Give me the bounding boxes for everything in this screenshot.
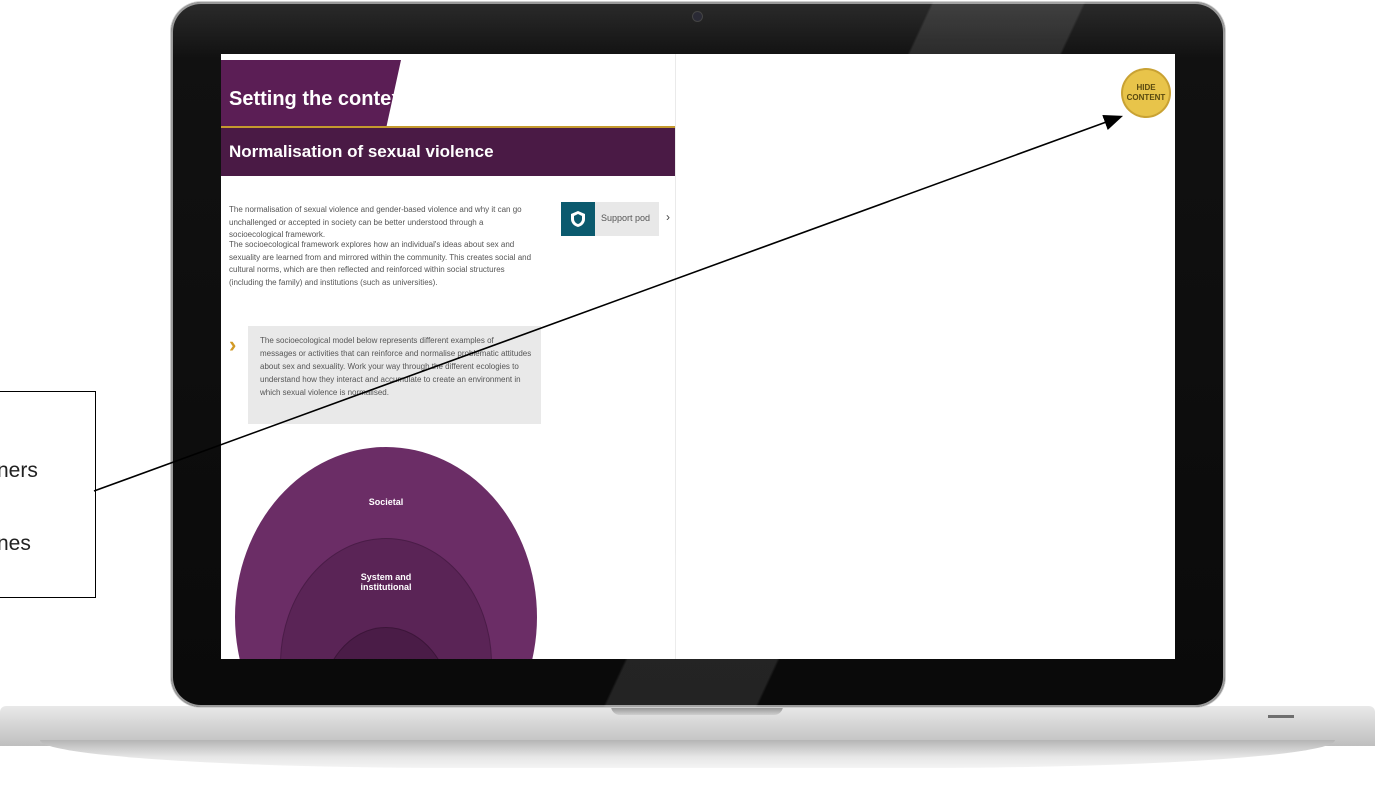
support-pod-icon <box>561 202 595 236</box>
framework-paragraph: The socioecological framework explores h… <box>229 240 532 287</box>
section-banner: Normalisation of sexual violence <box>221 128 675 176</box>
page-title: Setting the context <box>229 88 410 110</box>
ring-societal-label: Societal <box>368 497 404 507</box>
laptop-port <box>1268 715 1294 718</box>
callout-text: The socioecological model below represen… <box>260 336 532 397</box>
laptop-lid-notch <box>611 706 783 715</box>
section-heading: Normalisation of sexual violence <box>229 142 494 161</box>
hide-content-button[interactable]: HIDE CONTENT <box>1123 70 1169 116</box>
intro-paragraph: The normalisation of sexual violence and… <box>229 205 522 239</box>
support-pod-label: Support pod <box>601 213 651 223</box>
laptop-lid: Setting the context Normalisation of sex… <box>171 2 1225 707</box>
callout-box: The socioecological model below represen… <box>248 326 541 424</box>
content-pane: Setting the context Normalisation of sex… <box>221 54 676 659</box>
camera-icon <box>693 12 702 21</box>
chevron-right-icon: › <box>229 332 237 357</box>
laptop-screen: Setting the context Normalisation of sex… <box>221 54 1175 659</box>
annotation-line-1: ners <box>0 459 38 482</box>
support-pod-button[interactable]: Support pod <box>561 202 659 236</box>
ring-system-label: System and institutional <box>360 572 412 592</box>
laptop-base-edge <box>40 740 1335 768</box>
annotation-box: ners nes <box>0 391 96 598</box>
annotation-line-2: nes <box>0 532 31 555</box>
chevron-right-icon[interactable]: › <box>666 210 670 224</box>
